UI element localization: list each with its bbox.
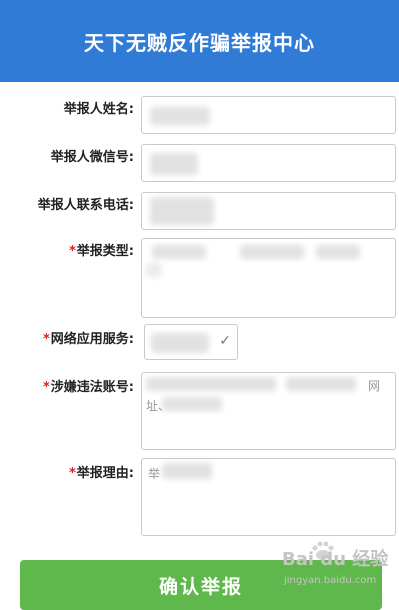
redacted-value	[316, 245, 360, 259]
reporter-wechat-input[interactable]	[141, 144, 396, 182]
network-service-label: *网络应用服务:	[42, 332, 134, 347]
redacted-value	[150, 107, 210, 125]
reason-placeholder: 举	[148, 467, 161, 481]
redacted-value	[150, 197, 214, 225]
redacted-value	[146, 263, 162, 277]
app-header: 天下无贼反作骗举报中心	[0, 0, 399, 82]
redacted-value	[240, 245, 304, 259]
report-type-textarea[interactable]	[141, 238, 396, 318]
checkmark-icon: ✓	[219, 333, 231, 349]
reporter-phone-input[interactable]	[141, 192, 396, 230]
baidu-jingyan-watermark: Bai du 经验 jingyan.baidu.com	[282, 549, 389, 586]
reporter-name-input[interactable]	[141, 96, 396, 134]
redacted-value	[151, 333, 209, 353]
redacted-value	[150, 153, 198, 175]
account-hint-char-2: 址、	[146, 399, 171, 413]
suspect-account-label: *涉嫌违法账号:	[42, 380, 134, 395]
suspect-account-textarea[interactable]: 网 址、	[141, 372, 396, 450]
reporter-phone-label: 举报人联系电话:	[37, 198, 134, 213]
redacted-value	[162, 463, 212, 479]
report-reason-textarea[interactable]: 举	[141, 458, 396, 536]
redacted-value	[152, 245, 206, 259]
page-title: 天下无贼反作骗举报中心	[84, 30, 315, 55]
redacted-value	[146, 377, 276, 391]
redacted-value	[286, 377, 356, 391]
report-reason-label: *举报理由:	[68, 466, 134, 481]
reporter-name-label: 举报人姓名:	[63, 102, 134, 117]
network-service-select[interactable]: ✓	[144, 324, 238, 360]
account-hint-char: 网	[368, 379, 381, 393]
redacted-value	[162, 397, 222, 411]
report-type-label: *举报类型:	[68, 244, 134, 259]
reporter-wechat-label: 举报人微信号:	[50, 150, 134, 165]
